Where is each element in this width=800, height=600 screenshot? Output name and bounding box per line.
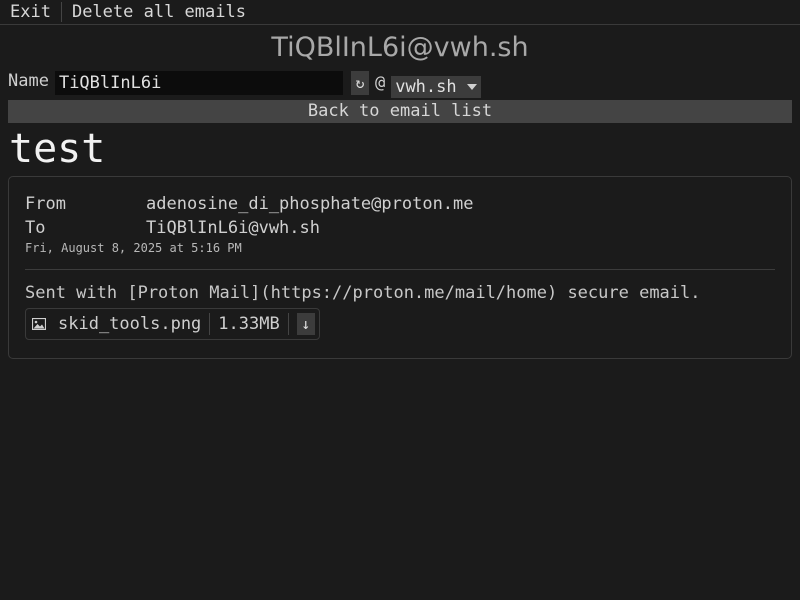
refresh-icon: ↻ (355, 74, 365, 92)
from-address: adenosine_di_phosphate@proton.me (146, 194, 474, 214)
back-to-email-list-button[interactable]: Back to email list (8, 100, 792, 123)
header-divider (25, 269, 775, 270)
email-address-title: TiQBlInL6i@vwh.sh (271, 32, 529, 63)
chevron-down-icon (466, 84, 477, 90)
email-subject: test (9, 126, 106, 172)
email-body: Sent with [Proton Mail](https://proton.m… (25, 283, 701, 303)
at-sign: @ (374, 73, 386, 93)
name-input[interactable] (54, 71, 343, 95)
download-attachment-button[interactable]: ↓ (296, 313, 315, 335)
exit-button[interactable]: Exit (0, 0, 61, 24)
to-address: TiQBlInL6i@vwh.sh (146, 218, 320, 238)
name-label: Name (8, 71, 49, 91)
email-date: Fri, August 8, 2025 at 5:16 PM (25, 241, 242, 255)
attachment-filename: skid_tools.png (58, 314, 202, 334)
refresh-name-button[interactable]: ↻ (350, 71, 369, 95)
image-icon (32, 318, 46, 330)
attachment-divider (287, 313, 289, 335)
download-icon: ↓ (301, 315, 311, 333)
address-editor-row: Name ↻ @ vwh.sh (8, 70, 481, 98)
domain-select[interactable]: vwh.sh (391, 76, 481, 98)
attachment-divider (209, 313, 211, 335)
email-card: From adenosine_di_phosphate@proton.me To… (8, 176, 792, 359)
attachment-chip: skid_tools.png 1.33MB ↓ (25, 308, 320, 340)
attachment-size: 1.33MB (218, 314, 280, 334)
delete-all-emails-button[interactable]: Delete all emails (62, 0, 256, 24)
top-menu-bar: Exit Delete all emails (0, 0, 800, 25)
domain-value: vwh.sh (395, 77, 457, 97)
from-row: From adenosine_di_phosphate@proton.me (25, 194, 474, 214)
from-label: From (25, 194, 66, 214)
to-label: To (25, 218, 46, 238)
to-row: To TiQBlInL6i@vwh.sh (25, 218, 320, 238)
